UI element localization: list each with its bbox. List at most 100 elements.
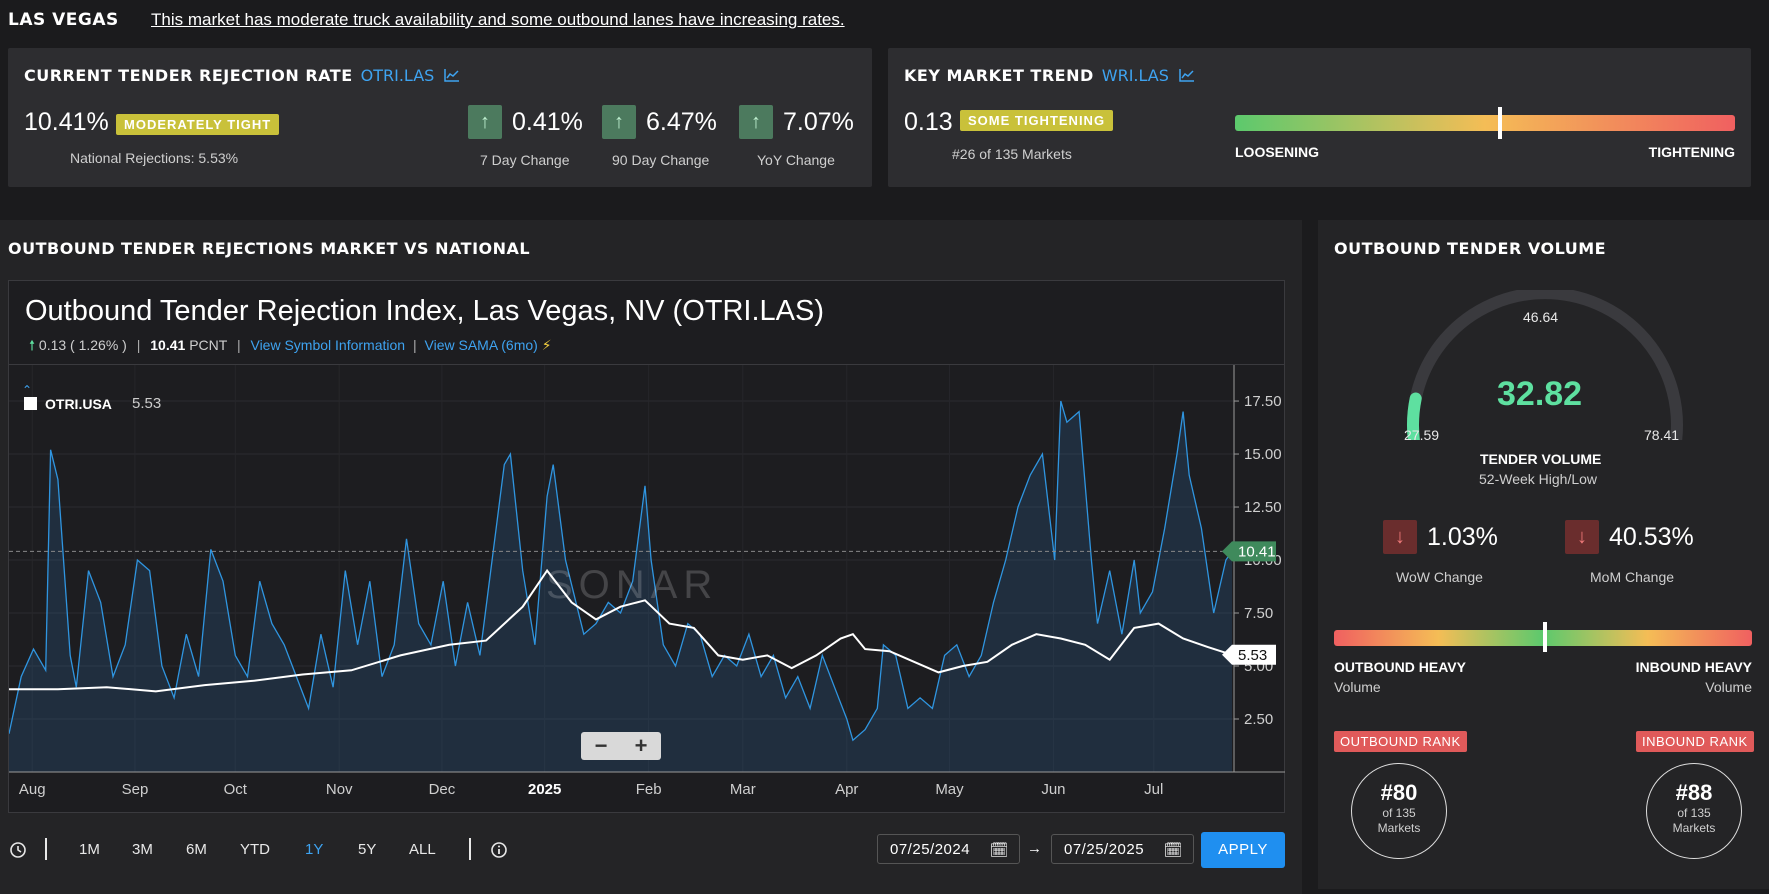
zoom-control: − + — [581, 732, 661, 760]
x-tick-label: Mar — [730, 781, 756, 798]
tightening-label: TIGHTENING — [1648, 144, 1735, 160]
tender-volume-value: 32.82 — [1497, 375, 1583, 413]
ninety-day-change-value: 6.47% — [646, 108, 717, 136]
trend-value: 0.13 — [904, 108, 953, 136]
clock-icon[interactable] — [9, 841, 27, 859]
inbound-heavy-sublabel: Volume — [1705, 679, 1752, 695]
calendar-icon[interactable]: 🗓 — [1163, 841, 1183, 859]
legend-swatch — [24, 397, 37, 410]
arrow-up-icon: ↑ — [468, 105, 502, 139]
mom-change-label: MoM Change — [1590, 569, 1675, 585]
arrow-down-icon: ↓ — [1383, 520, 1417, 554]
range-divider — [45, 838, 47, 860]
inbound-heavy-label: INBOUND HEAVY — [1635, 659, 1752, 675]
chart-meta: 🠕 0.13 ( 1.26% ) | 10.41 PCNT | View Sym… — [29, 337, 552, 353]
chart-change: 0.13 ( 1.26% ) — [38, 337, 127, 353]
wow-change-label: WoW Change — [1396, 569, 1483, 585]
view-symbol-link[interactable]: View Symbol Information — [250, 337, 405, 353]
range-ytd-button[interactable]: YTD — [240, 841, 270, 858]
arrow-up-icon: ↑ — [739, 105, 773, 139]
end-date-input[interactable]: 07/25/2025 🗓 — [1051, 834, 1194, 864]
x-tick-label: 2025 — [528, 781, 561, 798]
inbound-rank-value: #88 — [1675, 780, 1713, 805]
chart-title: Outbound Tender Rejection Index, Las Veg… — [25, 295, 825, 327]
trend-gradient-bar — [1235, 115, 1735, 131]
collapse-legend-icon[interactable]: ⌃ — [22, 383, 32, 397]
arrow-down-icon: ↓ — [1565, 520, 1599, 554]
x-tick-label: Apr — [835, 781, 858, 798]
y-tick-label: 15.00 — [1244, 446, 1282, 463]
tender-volume-sublabel: 52-Week High/Low — [1479, 471, 1598, 487]
x-tick-label: Jun — [1041, 781, 1065, 798]
chart-current-value: 10.41 — [150, 337, 186, 353]
chart-unit: PCNT — [189, 337, 228, 353]
range-3m-button[interactable]: 3M — [132, 841, 153, 858]
yoy-change-label: YoY Change — [757, 152, 835, 168]
seven-day-change-value: 0.41% — [512, 108, 583, 136]
yoy-change-value: 7.07% — [783, 108, 854, 136]
chart-header: Outbound Tender Rejection Index, Las Veg… — [9, 281, 1284, 365]
national-rejections: National Rejections: 5.53% — [70, 150, 239, 166]
loosening-label: LOOSENING — [1235, 144, 1320, 160]
view-sama-link[interactable]: View SAMA (6mo) — [425, 337, 538, 353]
x-tick-label: Feb — [636, 781, 662, 798]
calendar-icon[interactable]: 🗓 — [989, 841, 1009, 859]
rejection-rate-value: 10.41% — [24, 108, 109, 136]
wri-las-link[interactable]: WRI.LAS — [1102, 66, 1169, 85]
seven-day-change-label: 7 Day Change — [480, 152, 570, 168]
market-last-value-tag: 10.41 — [1238, 543, 1276, 560]
chart-panel-title: OUTBOUND TENDER REJECTIONS MARKET VS NAT… — [8, 239, 531, 258]
y-tick-label: 7.50 — [1244, 605, 1273, 622]
trend-level-marker — [1498, 107, 1502, 139]
ninety-day-change-label: 90 Day Change — [612, 152, 710, 168]
inbound-rank-badge: INBOUND RANK — [1636, 731, 1754, 752]
start-date-input[interactable]: 07/25/2024 🗓 — [877, 834, 1020, 864]
apply-button[interactable]: APPLY — [1201, 832, 1285, 868]
range-all-button[interactable]: ALL — [409, 841, 436, 858]
range-1y-button[interactable]: 1Y — [305, 841, 323, 858]
zoom-in-button[interactable]: + — [621, 732, 661, 760]
rejection-card-title: CURRENT TENDER REJECTION RATE OTRI.LAS — [24, 66, 460, 85]
y-tick-label: 17.50 — [1244, 393, 1282, 410]
range-divider — [469, 838, 471, 860]
inbound-rank-circle: #88 of 135 Markets — [1646, 763, 1742, 859]
legend-value: 5.53 — [132, 395, 162, 412]
x-tick-label: May — [935, 781, 964, 798]
info-icon[interactable] — [490, 841, 508, 859]
outbound-rank-circle: #80 of 135 Markets — [1351, 763, 1447, 859]
x-tick-label: Jul — [1144, 781, 1163, 798]
gauge-mid-label: 46.64 — [1523, 309, 1559, 325]
gauge-low-label: 27.59 — [1404, 427, 1440, 443]
range-1m-button[interactable]: 1M — [79, 841, 100, 858]
start-date-value: 07/25/2024 — [890, 841, 971, 858]
trend-rank: #26 of 135 Markets — [952, 146, 1072, 162]
zoom-out-button[interactable]: − — [581, 732, 621, 760]
national-last-value-tag: 5.53 — [1238, 647, 1267, 664]
outbound-rank-value: #80 — [1380, 780, 1418, 805]
arrow-up-icon: 🠕 — [29, 337, 36, 353]
outbound-rank-badge: OUTBOUND RANK — [1334, 731, 1467, 752]
market-city: LAS VEGAS — [8, 10, 119, 30]
trend-card-title: KEY MARKET TREND WRI.LAS — [904, 66, 1195, 85]
outbound-heavy-sublabel: Volume — [1334, 679, 1381, 695]
balance-level-marker — [1543, 622, 1548, 652]
otri-las-link[interactable]: OTRI.LAS — [361, 66, 435, 85]
line-chart-icon[interactable] — [1179, 68, 1195, 82]
x-tick-label: Aug — [19, 781, 46, 798]
inbound-rank-markets: Markets — [1672, 821, 1716, 835]
legend-symbol[interactable]: OTRI.USA — [45, 396, 112, 412]
line-chart-icon[interactable] — [444, 68, 460, 82]
market-status-badge: MODERATELY TIGHT — [116, 114, 280, 135]
range-6m-button[interactable]: 6M — [186, 841, 207, 858]
x-tick-label: Sep — [122, 781, 149, 798]
range-5y-button[interactable]: 5Y — [358, 841, 376, 858]
market-header: LAS VEGAS This market has moderate truck… — [0, 0, 1769, 40]
trend-card-title-text: KEY MARKET TREND — [904, 66, 1094, 85]
outbound-rank-markets: Markets — [1377, 821, 1421, 835]
market-trend-card: KEY MARKET TREND WRI.LAS 0.13 SOME TIGHTE… — [888, 48, 1751, 187]
market-summary-link[interactable]: This market has moderate truck availabil… — [151, 10, 845, 30]
inbound-rank-of: of 135 — [1677, 806, 1711, 820]
wow-change-value: 1.03% — [1427, 523, 1498, 551]
sama-icon[interactable]: ⚡ — [542, 337, 552, 353]
outbound-rank-of: of 135 — [1382, 806, 1416, 820]
